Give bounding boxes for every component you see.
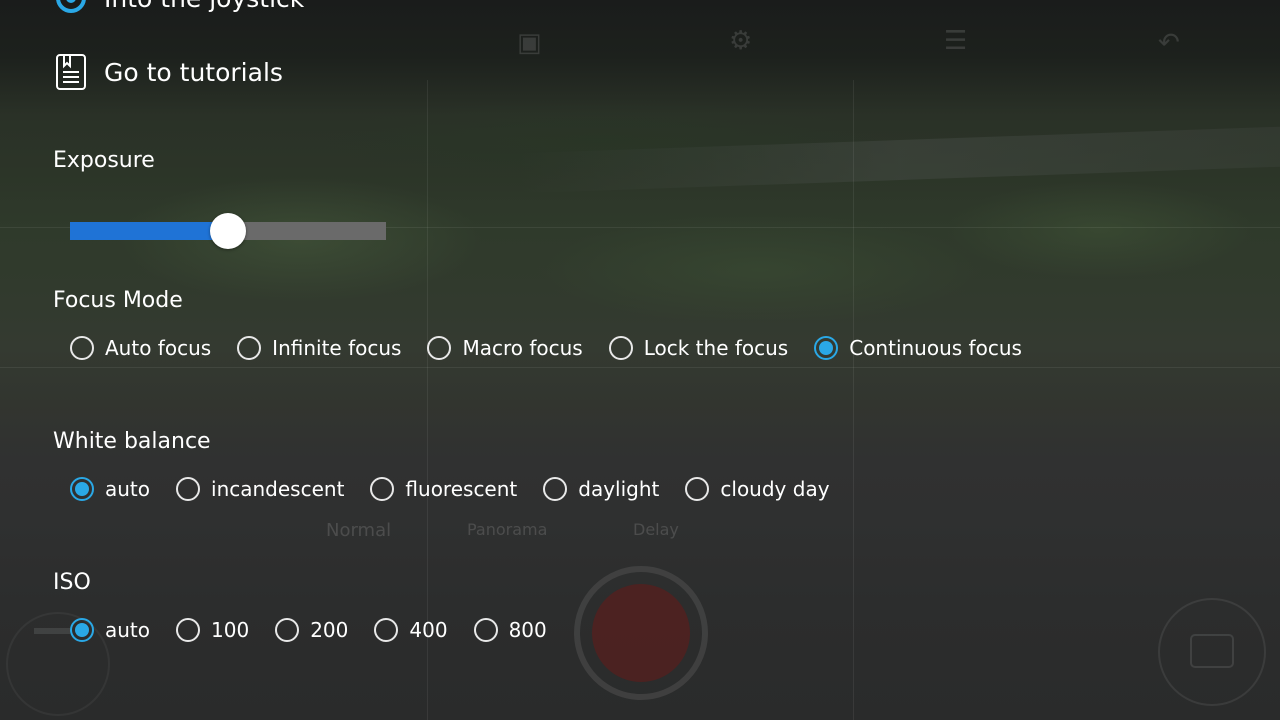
settings-overlay: Into the joystick Go to tutorials Exposu… — [0, 0, 1280, 720]
radio-option[interactable]: cloudy day — [685, 477, 830, 501]
white-balance-options: auto incandescent fluorescent daylight cloud… — [70, 477, 856, 501]
menu-item-joystick[interactable]: Into the joystick — [53, 0, 304, 18]
menu-item-tutorials[interactable]: Go to tutorials — [53, 52, 283, 92]
notebook-icon — [53, 52, 89, 92]
radio-label: auto — [105, 477, 151, 501]
radio-button[interactable] — [814, 336, 839, 360]
radio-selected-dot — [75, 623, 89, 637]
radio-option[interactable]: 800 — [473, 618, 547, 642]
radio-button[interactable] — [543, 477, 568, 501]
radio-label: 400 — [409, 618, 448, 642]
radio-label: Infinite focus — [272, 336, 402, 360]
joystick-icon — [53, 0, 89, 18]
focus-mode-title: Focus Mode — [53, 288, 183, 313]
radio-label: incandescent — [211, 477, 345, 501]
exposure-title: Exposure — [53, 148, 155, 173]
radio-button[interactable] — [275, 618, 300, 642]
radio-option[interactable]: Macro focus — [427, 336, 583, 360]
radio-selected-dot — [75, 482, 89, 496]
iso-title: ISO — [53, 570, 91, 595]
iso-options: auto 100 200 400 800 — [70, 618, 573, 642]
radio-label: Auto focus — [105, 336, 212, 360]
radio-selected-dot — [819, 341, 834, 355]
radio-button[interactable] — [608, 336, 633, 360]
radio-label: cloudy day — [720, 477, 830, 501]
radio-button[interactable] — [176, 477, 201, 501]
radio-button[interactable] — [427, 336, 452, 360]
radio-option[interactable]: 200 — [275, 618, 348, 642]
radio-label: auto — [105, 618, 151, 642]
radio-label: 800 — [508, 618, 547, 642]
slider-thumb[interactable] — [210, 213, 246, 249]
radio-option[interactable]: fluorescent — [370, 477, 517, 501]
radio-label: Lock the focus — [643, 336, 789, 360]
radio-option[interactable]: daylight — [543, 477, 659, 501]
white-balance-title: White balance — [53, 429, 211, 454]
radio-button[interactable] — [70, 477, 94, 501]
radio-label: daylight — [578, 477, 660, 501]
radio-option[interactable]: incandescent — [176, 477, 344, 501]
exposure-slider[interactable] — [70, 213, 386, 249]
radio-button[interactable] — [70, 618, 94, 642]
radio-button[interactable] — [70, 336, 94, 360]
camera-viewfinder: ▣ ⚙ ☰ ↶ Normal Panorama Delay Into the j… — [0, 0, 1280, 720]
radio-button[interactable] — [370, 477, 395, 501]
radio-option[interactable]: Auto focus — [70, 336, 211, 360]
radio-label: Continuous focus — [849, 336, 1022, 360]
radio-label: Macro focus — [462, 336, 583, 360]
radio-option[interactable]: Infinite focus — [237, 336, 401, 360]
radio-button[interactable] — [176, 618, 201, 642]
radio-label: 200 — [310, 618, 349, 642]
menu-item-label: Go to tutorials — [104, 57, 283, 87]
radio-option[interactable]: 400 — [374, 618, 448, 642]
radio-button[interactable] — [237, 336, 262, 360]
radio-button[interactable] — [685, 477, 710, 501]
radio-option[interactable]: 100 — [176, 618, 249, 642]
radio-button[interactable] — [473, 618, 498, 642]
radio-option[interactable]: Continuous focus — [814, 336, 1022, 360]
radio-option[interactable]: auto — [70, 618, 150, 642]
radio-option[interactable]: Lock the focus — [608, 336, 789, 360]
radio-label: fluorescent — [405, 477, 518, 501]
radio-option[interactable]: auto — [70, 477, 150, 501]
radio-button[interactable] — [374, 618, 399, 642]
focus-mode-options: Auto focus Infinite focus Macro focus Lock … — [70, 336, 1048, 360]
menu-item-label: Into the joystick — [104, 0, 304, 13]
slider-fill — [70, 222, 228, 240]
radio-label: 100 — [211, 618, 250, 642]
